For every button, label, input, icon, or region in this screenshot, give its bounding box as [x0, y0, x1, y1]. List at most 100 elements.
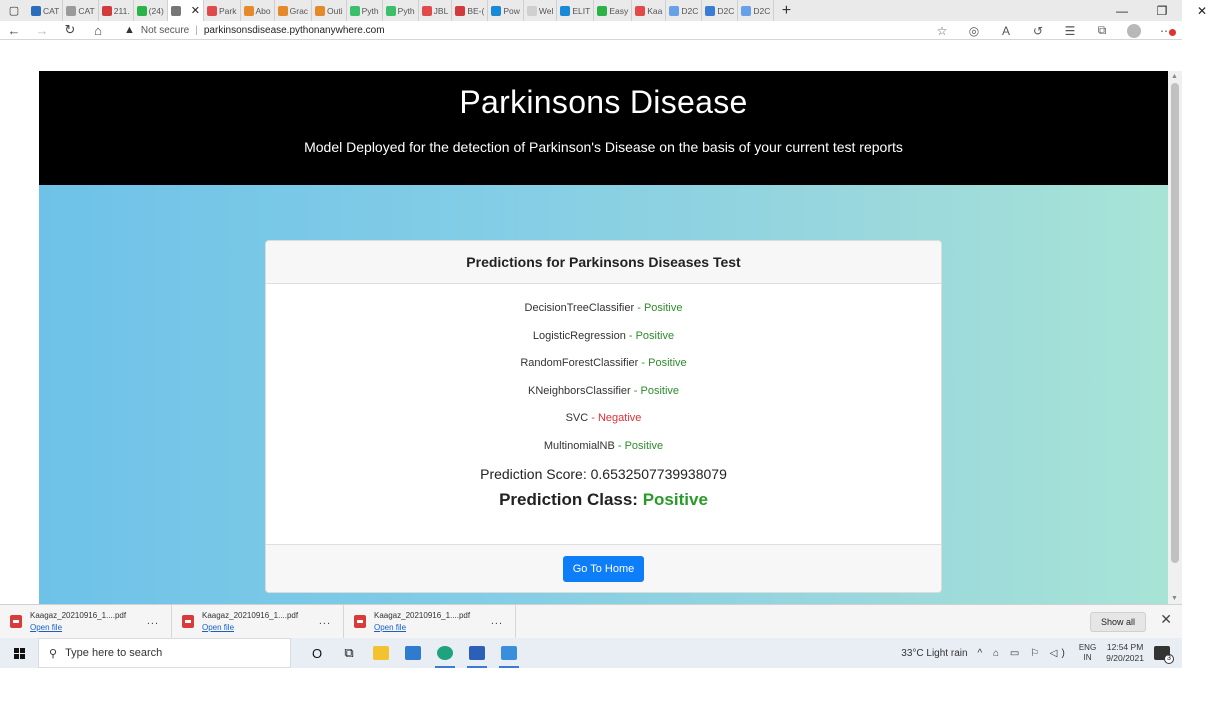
class-value: Positive [642, 489, 708, 509]
url-field[interactable]: ▲ Not secure | parkinsonsdisease.pythona… [124, 24, 385, 36]
maximize-button[interactable]: ❐ [1142, 0, 1182, 21]
go-to-home-button[interactable]: Go To Home [562, 555, 645, 582]
browser-tab[interactable]: CAT [28, 0, 64, 21]
browser-tab[interactable]: ELIT [557, 0, 595, 21]
separator: - [634, 302, 644, 314]
minimize-button[interactable]: — [1102, 0, 1142, 21]
refresh-page-icon[interactable]: ↺ [1022, 24, 1054, 38]
browser-tab[interactable]: D2C [738, 0, 775, 21]
download-more-icon[interactable]: ... [147, 615, 159, 627]
prediction-row: SVC - Negative [266, 408, 941, 436]
tab-label: (24) [148, 5, 164, 16]
browser-tab[interactable]: Pow [488, 0, 524, 21]
download-more-icon[interactable]: ... [319, 615, 331, 627]
warning-triangle-icon[interactable]: ▲ [124, 24, 135, 36]
download-filename: Kaagaz_20210916_1....pdf [30, 610, 127, 620]
more-menu-icon[interactable]: ⋯ [1150, 24, 1182, 38]
read-aloud-icon[interactable]: A [990, 24, 1022, 38]
browser-tab[interactable]: Pyth [347, 0, 383, 21]
open-file-link[interactable]: Open file [30, 622, 126, 634]
open-file-link[interactable]: Open file [202, 622, 298, 634]
tab-label: CAT [78, 5, 95, 16]
browser-tab[interactable]: (24) [134, 0, 168, 21]
browser-tab[interactable]: BE-( [452, 0, 489, 21]
browser-tab[interactable]: Kaa [632, 0, 667, 21]
class-label: Prediction Class: [499, 489, 643, 509]
close-downloads-icon[interactable]: ✕ [1160, 611, 1172, 628]
open-file-link[interactable]: Open file [374, 622, 470, 634]
browser-tab[interactable]: Park [204, 0, 241, 21]
tray-icons[interactable]: ^ ⌂ ▭ ⚐ ◁) [978, 648, 1069, 659]
tab-label: BE-( [467, 5, 485, 16]
tab-label: CAT [43, 5, 60, 16]
model-name: RandomForestClassifier [520, 357, 639, 370]
back-arrow-icon[interactable]: ← [0, 23, 28, 38]
download-item[interactable]: Kaagaz_20210916_1....pdf Open file... [0, 604, 172, 639]
tab-favicon-icon [349, 5, 360, 16]
scroll-up-icon[interactable]: ▲ [1171, 73, 1178, 80]
browser-tab[interactable]: Grac [275, 0, 313, 21]
browser-tab[interactable]: Abo [241, 0, 275, 21]
favorites-icon[interactable]: ☰ [1054, 24, 1086, 38]
cortana-icon[interactable]: O [301, 638, 333, 668]
download-info: Kaagaz_20210916_1....pdf Open file [202, 610, 298, 634]
taskbar-search[interactable]: ⚲ Type here to search [38, 638, 291, 668]
clock-date: 9/20/2021 [1106, 653, 1144, 663]
extension-icon[interactable]: ◎ [958, 24, 990, 38]
download-more-icon[interactable]: ... [491, 615, 503, 627]
refresh-icon[interactable]: ↻ [56, 22, 84, 38]
search-placeholder[interactable]: Type here to search [65, 647, 162, 659]
scroll-down-icon[interactable]: ▼ [1171, 595, 1178, 602]
browser-tab-active[interactable]: ✕ [167, 0, 205, 21]
browser-tab[interactable]: Pyth [383, 0, 419, 21]
notification-center-icon[interactable]: 3 [1154, 646, 1174, 664]
prediction-result: Positive [640, 384, 680, 397]
not-secure-label[interactable]: Not secure [141, 25, 189, 36]
browser-tab[interactable]: D2C [702, 0, 739, 21]
close-tab-icon[interactable]: ✕ [191, 4, 200, 17]
home-icon[interactable]: ⌂ [84, 23, 112, 38]
edge-browser-icon[interactable] [429, 638, 461, 668]
language-indicator[interactable]: ENG IN [1079, 643, 1096, 663]
add-favorite-icon[interactable]: ☆ [926, 24, 958, 38]
mail-icon[interactable] [397, 638, 429, 668]
windows-start-icon[interactable] [0, 638, 38, 668]
tab-favicon-icon [66, 5, 77, 16]
tab-favicon-icon [597, 5, 608, 16]
file-explorer-icon[interactable] [365, 638, 397, 668]
notification-dot [1169, 28, 1176, 36]
tab-label: D2C [717, 5, 735, 16]
download-list: Kaagaz_20210916_1....pdf Open file... Kaag… [0, 604, 516, 639]
download-item[interactable]: Kaagaz_20210916_1....pdf Open file... [344, 604, 516, 639]
vertical-scrollbar[interactable]: ▲ ▼ [1168, 71, 1182, 604]
browser-tab[interactable]: Outi [312, 0, 347, 21]
tab-label: JBL [433, 5, 449, 16]
new-tab-button[interactable]: + [774, 2, 798, 20]
browser-tab[interactable]: Easy [594, 0, 633, 21]
browser-tab[interactable]: D2C [666, 0, 703, 21]
browser-tab[interactable]: 211. [99, 0, 134, 21]
prediction-class: Prediction Class: Positive [266, 490, 941, 510]
tab-favicon-icon [635, 5, 646, 16]
separator: - [614, 439, 625, 452]
page-title: Parkinsons Disease [459, 84, 748, 120]
photos-icon[interactable] [493, 638, 525, 668]
close-window-button[interactable]: ✕ [1182, 0, 1222, 21]
collections-icon[interactable]: ⧉ [1086, 23, 1118, 38]
download-item[interactable]: Kaagaz_20210916_1....pdf Open file... [172, 604, 344, 639]
browser-tab[interactable]: CAT [63, 0, 99, 21]
model-name: SVC [565, 412, 589, 425]
scrollbar-thumb[interactable] [1171, 83, 1179, 563]
weather-widget[interactable]: 33°C Light rain [901, 648, 967, 659]
tab-label: Kaa [647, 5, 663, 16]
task-view-icon[interactable]: ⧉ [333, 638, 365, 668]
clock[interactable]: 12:54 PM 9/20/2021 [1106, 642, 1144, 664]
url-text[interactable]: parkinsonsdisease.pythonanywhere.com [204, 25, 385, 36]
browser-tab[interactable]: JBL [419, 0, 453, 21]
browser-tab[interactable]: Wel [524, 0, 558, 21]
show-all-button[interactable]: Show all [1089, 612, 1146, 632]
forward-arrow-icon[interactable]: → [28, 23, 56, 38]
tab-actions-icon[interactable]: ▢ [0, 0, 28, 21]
profile-avatar[interactable] [1118, 23, 1150, 38]
word-icon[interactable] [461, 638, 493, 668]
